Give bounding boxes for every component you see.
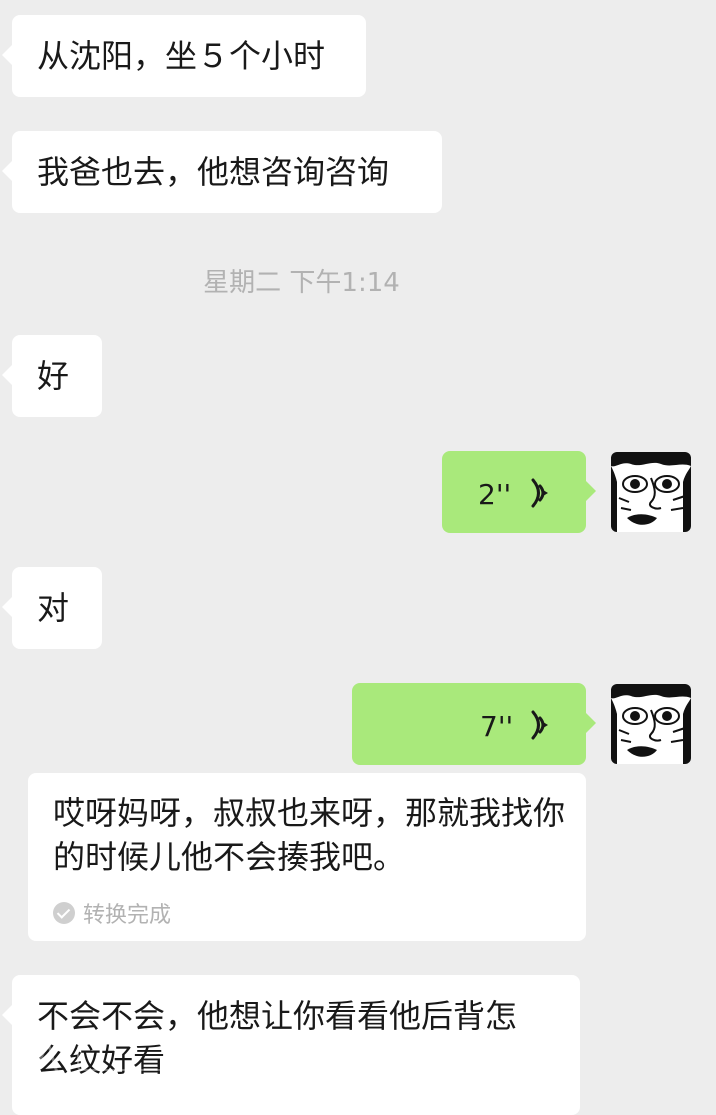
incoming-message-bubble[interactable]: 对 <box>2 567 102 649</box>
voice-wave-icon <box>531 478 548 508</box>
check-circle-icon <box>53 902 75 924</box>
avatar[interactable] <box>611 684 691 764</box>
incoming-message-bubble[interactable]: 好 <box>2 335 102 417</box>
message-text: 好 <box>37 357 70 395</box>
outgoing-voice-message[interactable]: 2'' <box>442 451 596 533</box>
transcript-text: 哎呀妈呀，叔叔也来呀，那就我找你的时候儿他不会揍我吧。 <box>53 794 566 876</box>
voice-transcript-card[interactable]: 哎呀妈呀，叔叔也来呀，那就我找你的时候儿他不会揍我吧。 转换完成 <box>28 773 586 941</box>
message-text: 我爸也去，他想咨询咨询 <box>37 153 390 191</box>
message-text-line: 不会不会，他想让你看看他后背怎 <box>37 997 518 1035</box>
transcript-status-label: 转换完成 <box>83 903 172 928</box>
voice-duration: 7'' <box>480 710 514 743</box>
incoming-message-bubble[interactable]: 我爸也去，他想咨询咨询 <box>2 131 442 213</box>
avatar-face-image <box>611 452 691 532</box>
message-text: 从沈阳，坐５个小时 <box>37 37 326 75</box>
chat-timestamp: 星期二 下午1:14 <box>203 268 400 298</box>
outgoing-voice-message[interactable]: 7'' <box>352 683 596 765</box>
voice-duration: 2'' <box>478 478 512 511</box>
message-text: 对 <box>37 589 70 627</box>
avatar-face-image <box>611 684 691 764</box>
avatar[interactable] <box>611 452 691 532</box>
incoming-message-bubble[interactable]: 从沈阳，坐５个小时 <box>2 15 366 97</box>
voice-wave-icon <box>531 710 548 740</box>
watermark-logo <box>20 1037 179 1077</box>
transcript-status: 转换完成 <box>53 897 171 929</box>
